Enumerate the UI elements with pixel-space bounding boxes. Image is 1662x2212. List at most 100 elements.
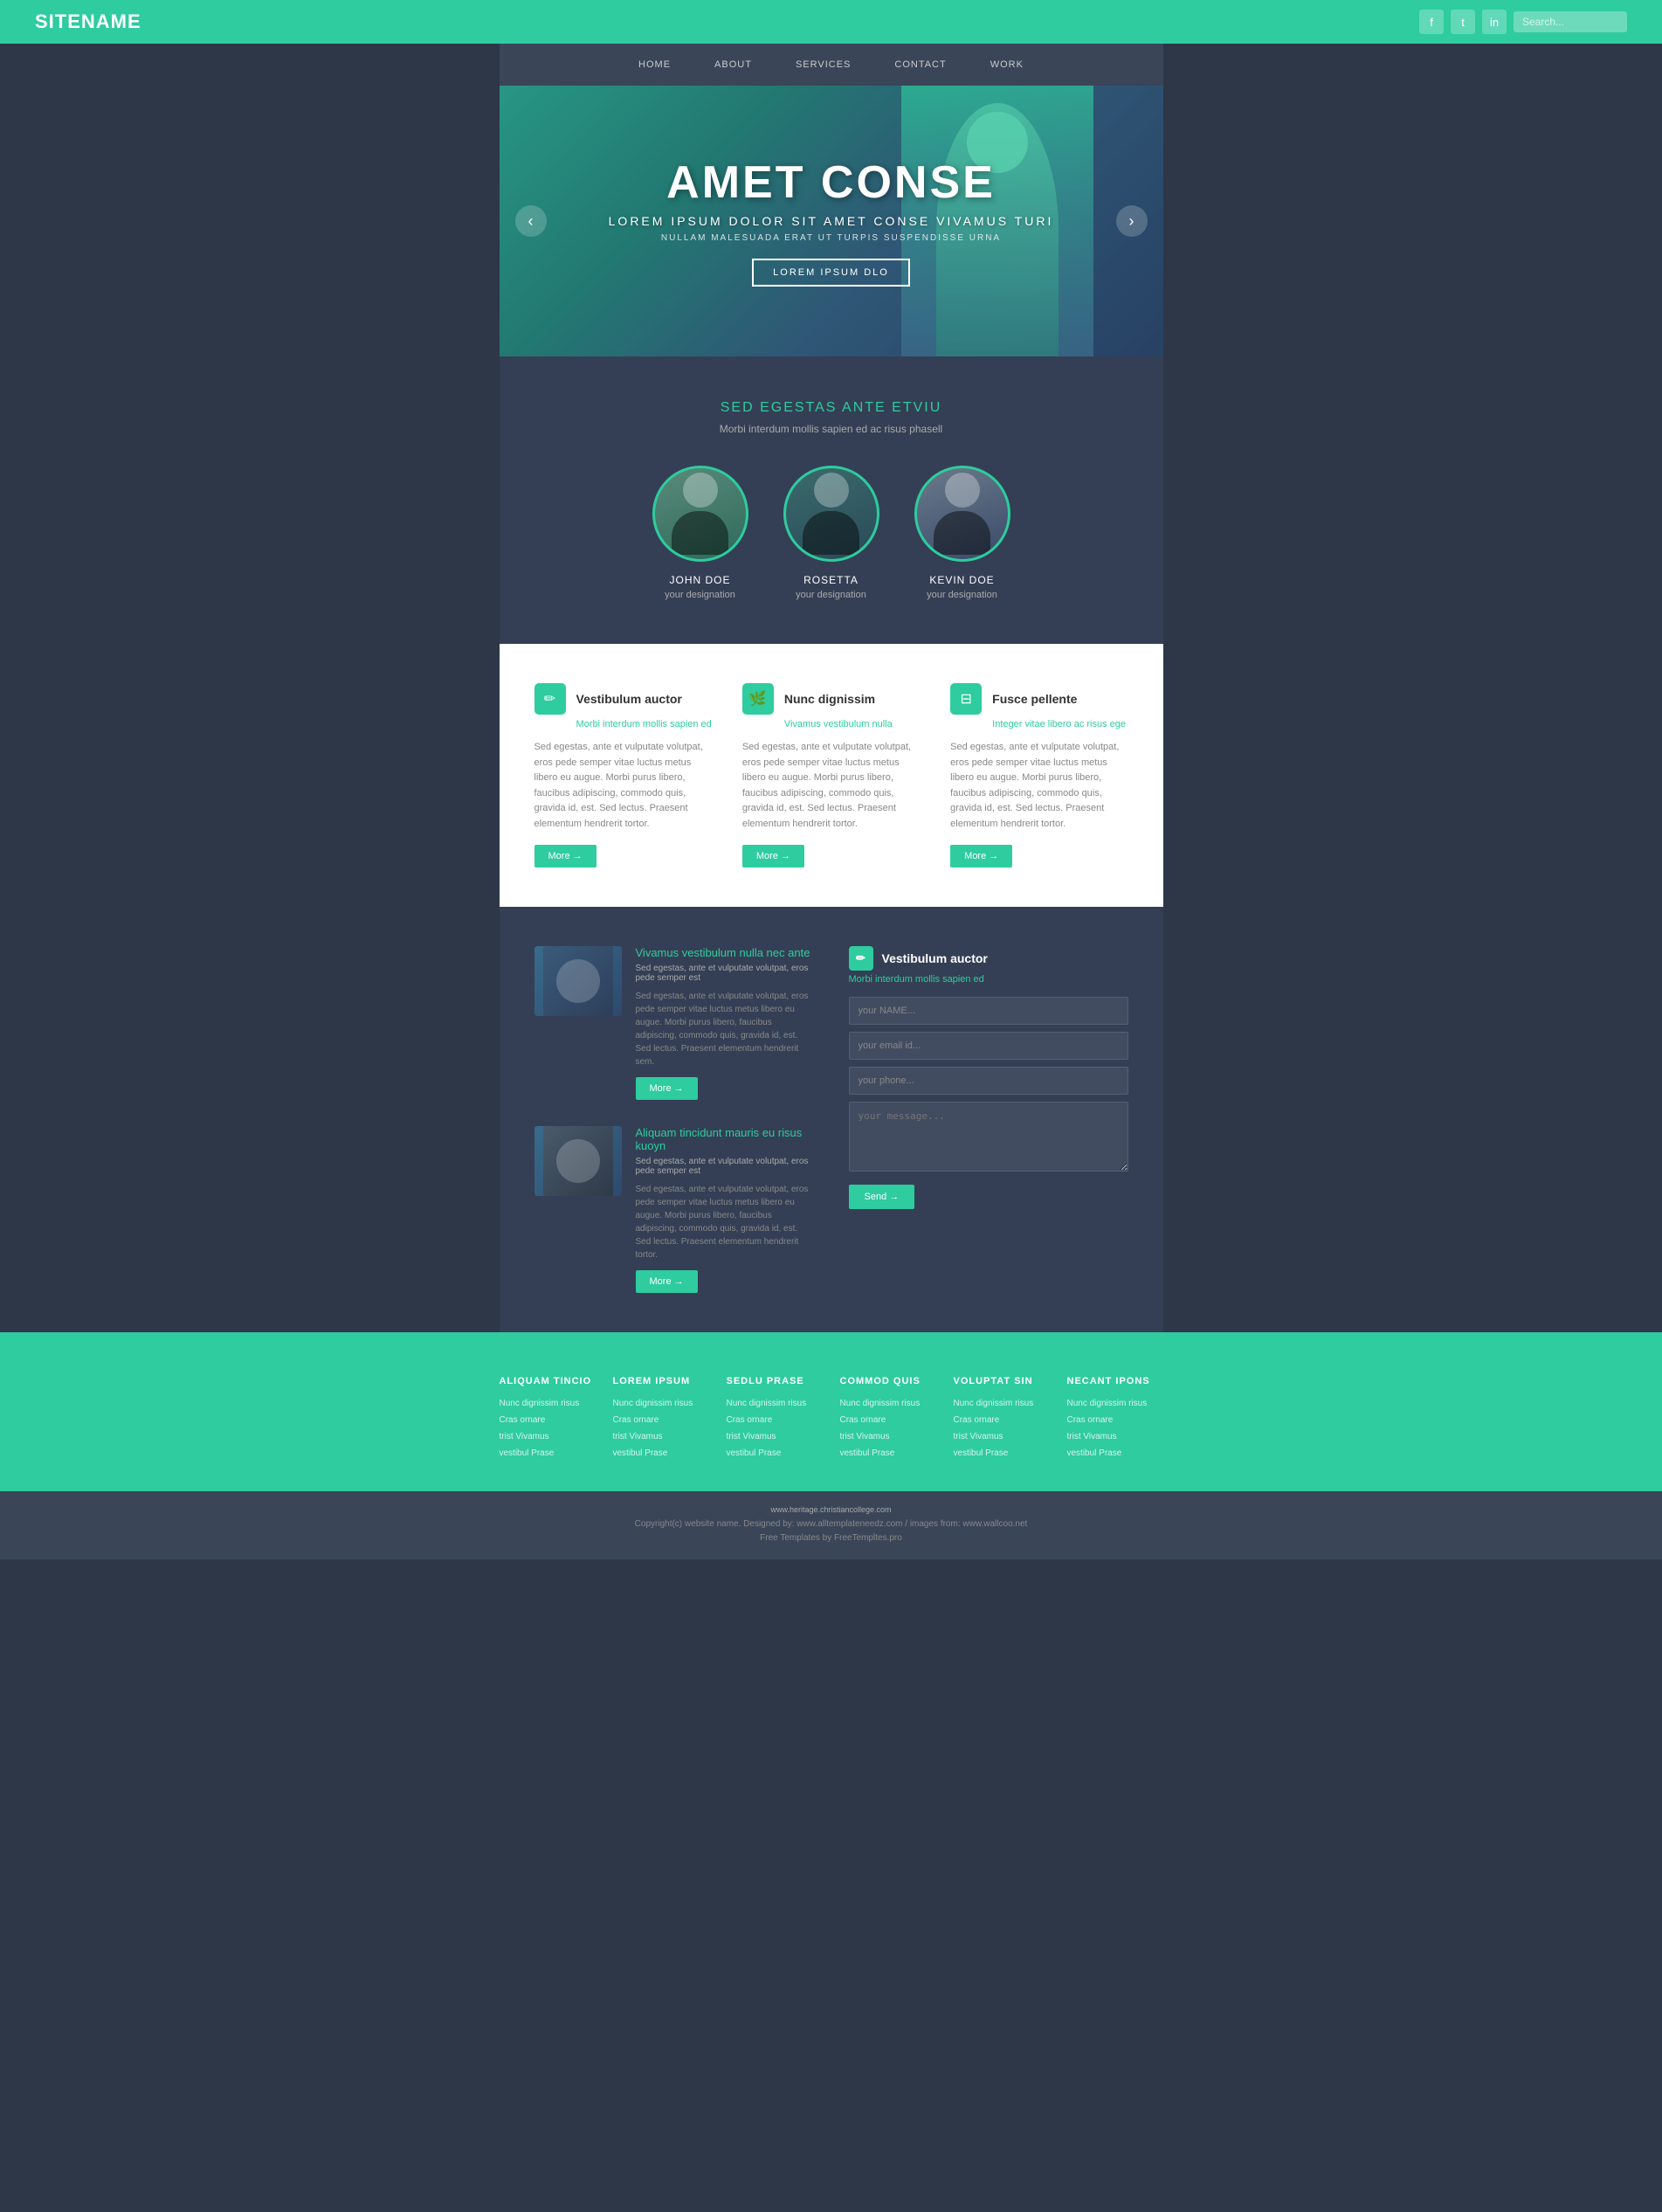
footer-website-url: www.heritage.christiancollege.com <box>35 1505 1627 1514</box>
blog-post-2-title: Aliquam tincidunt mauris eu risus kuoyn <box>636 1126 814 1152</box>
nav-services[interactable]: SERVICES <box>796 59 851 70</box>
team-section-title: SED EGESTAS ANTE ETVIU <box>534 400 1128 416</box>
hero-next-btn[interactable]: › <box>1116 205 1148 237</box>
footer-col-5-link-4[interactable]: vestibul Prase <box>954 1448 1050 1458</box>
footer-col-3-link-1[interactable]: Nunc dignissim risus <box>727 1399 823 1408</box>
site-nav: HOME ABOUT SERVICES CONTACT WORK <box>500 44 1163 86</box>
hero-content: AMET CONSE LOREM IPSUM DOLOR SIT AMET CO… <box>609 156 1054 287</box>
nav-home[interactable]: HOME <box>638 59 671 70</box>
hero-section: ‹ AMET CONSE LOREM IPSUM DOLOR SIT AMET … <box>500 86 1163 356</box>
facebook-icon[interactable]: f <box>1419 10 1444 34</box>
contact-tagline: Morbi interdum mollis sapien ed <box>849 974 1128 985</box>
service-2-more-button[interactable]: More → <box>742 845 804 868</box>
footer-col-4-link-3[interactable]: trist Vivamus <box>840 1432 936 1441</box>
main-wrapper: HOME ABOUT SERVICES CONTACT WORK ‹ AMET … <box>500 44 1163 1332</box>
linkedin-icon[interactable]: in <box>1482 10 1507 34</box>
contact-icon: ✏ <box>849 946 873 971</box>
avatar-rosetta <box>783 466 879 562</box>
footer-col-3-link-4[interactable]: vestibul Prase <box>727 1448 823 1458</box>
team-member-3-role: your designation <box>927 590 997 600</box>
avatar-kevin-doe <box>914 466 1010 562</box>
hero-sub2: NULLAM MALESUADA ERAT UT TURPIS SUSPENDI… <box>609 233 1054 243</box>
blog-post-1-more-button[interactable]: More → <box>636 1077 698 1100</box>
team-member-2-name: ROSETTA <box>803 574 859 586</box>
blog-contact-section: Vivamus vestibulum nulla nec ante Sed eg… <box>500 907 1163 1332</box>
services-grid: ✏ Vestibulum auctor Morbi interdum molli… <box>534 683 1128 868</box>
footer-col-3-title: SEDLU PRASE <box>727 1376 823 1386</box>
footer-col-4-title: COMMOD QUIS <box>840 1376 936 1386</box>
footer-col-2-link-3[interactable]: trist Vivamus <box>613 1432 709 1441</box>
footer-col-4-link-1[interactable]: Nunc dignissim risus <box>840 1399 936 1408</box>
avatar-john-doe <box>652 466 748 562</box>
footer-col-6-link-2[interactable]: Cras ornare <box>1067 1415 1163 1425</box>
footer-col-6: NECANT IPONS Nunc dignissim risus Cras o… <box>1067 1376 1163 1465</box>
service-1-tagline: Morbi interdum mollis sapien ed <box>534 719 712 729</box>
team-member-2: ROSETTA your designation <box>783 466 879 600</box>
contact-email-input[interactable] <box>849 1032 1128 1060</box>
footer-col-4-link-4[interactable]: vestibul Prase <box>840 1448 936 1458</box>
footer-col-6-link-1[interactable]: Nunc dignissim risus <box>1067 1399 1163 1408</box>
service-1-icon: ✏ <box>534 683 566 715</box>
blog-post-2-tagline: Sed egestas, ante et vulputate volutpat,… <box>636 1157 814 1176</box>
footer-col-2-link-4[interactable]: vestibul Prase <box>613 1448 709 1458</box>
footer-col-1-title: ALIQUAM TINCIO <box>500 1376 596 1386</box>
hero-cta-button[interactable]: LOREM IPSUM DLO <box>752 259 910 287</box>
social-search-group: f t in <box>1419 10 1627 34</box>
footer-col-3: SEDLU PRASE Nunc dignissim risus Cras or… <box>727 1376 823 1465</box>
team-member-3-name: KEVIN DOE <box>929 574 994 586</box>
service-2-tagline: Vivamus vestibulum nulla <box>742 719 920 729</box>
footer-col-6-link-4[interactable]: vestibul Prase <box>1067 1448 1163 1458</box>
service-1-title: Vestibulum auctor <box>576 692 682 706</box>
blog-post-2: Aliquam tincidunt mauris eu risus kuoyn … <box>534 1126 814 1293</box>
footer-col-1-link-2[interactable]: Cras ornare <box>500 1415 596 1425</box>
twitter-icon[interactable]: t <box>1451 10 1475 34</box>
service-3-tagline: Integer vitae libero ac risus ege <box>950 719 1128 729</box>
contact-phone-input[interactable] <box>849 1067 1128 1095</box>
hero-prev-btn[interactable]: ‹ <box>515 205 547 237</box>
service-2-icon: 🌿 <box>742 683 774 715</box>
footer-col-4-link-2[interactable]: Cras ornare <box>840 1415 936 1425</box>
nav-work[interactable]: WORK <box>990 59 1024 70</box>
contact-send-button[interactable]: Send → <box>849 1185 915 1209</box>
footer-col-3-link-2[interactable]: Cras ornare <box>727 1415 823 1425</box>
footer-links-section: ALIQUAM TINCIO Nunc dignissim risus Cras… <box>0 1332 1662 1491</box>
service-item-2: 🌿 Nunc dignissim Vivamus vestibulum null… <box>742 683 920 868</box>
service-2-title: Nunc dignissim <box>784 692 875 706</box>
service-item-1: ✏ Vestibulum auctor Morbi interdum molli… <box>534 683 712 868</box>
nav-about[interactable]: ABOUT <box>714 59 752 70</box>
footer-col-1-link-1[interactable]: Nunc dignissim risus <box>500 1399 596 1408</box>
footer-bottom: www.heritage.christiancollege.com Copyri… <box>0 1491 1662 1559</box>
footer-col-6-link-3[interactable]: trist Vivamus <box>1067 1432 1163 1441</box>
footer-col-5-link-2[interactable]: Cras ornare <box>954 1415 1050 1425</box>
team-member-3: KEVIN DOE your designation <box>914 466 1010 600</box>
hero-subtitle: LOREM IPSUM DOLOR SIT AMET CONSE VIVAMUS… <box>609 214 1054 228</box>
footer-col-2: LOREM IPSUM Nunc dignissim risus Cras or… <box>613 1376 709 1465</box>
footer-template-credit: Free Templates by FreeTempltes.pro <box>35 1531 1627 1545</box>
contact-message-input[interactable] <box>849 1102 1128 1172</box>
team-section: SED EGESTAS ANTE ETVIU Morbi interdum mo… <box>500 356 1163 644</box>
service-1-text: Sed egestas, ante et vulputate volutpat,… <box>534 740 712 833</box>
footer-col-1-link-4[interactable]: vestibul Prase <box>500 1448 596 1458</box>
service-1-more-button[interactable]: More → <box>534 845 597 868</box>
service-2-text: Sed egestas, ante et vulputate volutpat,… <box>742 740 920 833</box>
footer-col-3-link-3[interactable]: trist Vivamus <box>727 1432 823 1441</box>
team-grid: JOHN DOE your designation ROSETTA your d… <box>534 466 1128 600</box>
nav-contact[interactable]: CONTACT <box>894 59 946 70</box>
footer-col-5-link-1[interactable]: Nunc dignissim risus <box>954 1399 1050 1408</box>
footer-col-5-link-3[interactable]: trist Vivamus <box>954 1432 1050 1441</box>
top-search-input[interactable] <box>1514 11 1627 32</box>
contact-name-input[interactable] <box>849 997 1128 1025</box>
service-3-more-button[interactable]: More → <box>950 845 1012 868</box>
top-bar: SITENAME f t in <box>0 0 1662 44</box>
team-member-2-role: your designation <box>796 590 866 600</box>
service-3-header: ⊟ Fusce pellente <box>950 683 1128 715</box>
site-logo: SITENAME <box>35 10 141 33</box>
blog-post-2-more-button[interactable]: More → <box>636 1270 698 1293</box>
footer-col-6-title: NECANT IPONS <box>1067 1376 1163 1386</box>
blog-post-2-text: Sed egestas, ante et vulputate volutpat,… <box>636 1183 814 1262</box>
service-3-title: Fusce pellente <box>992 692 1077 706</box>
footer-col-2-link-2[interactable]: Cras ornare <box>613 1415 709 1425</box>
footer-col-2-link-1[interactable]: Nunc dignissim risus <box>613 1399 709 1408</box>
footer-col-1-link-3[interactable]: trist Vivamus <box>500 1432 596 1441</box>
footer-col-5: VOLUPTAT SIN Nunc dignissim risus Cras o… <box>954 1376 1050 1465</box>
